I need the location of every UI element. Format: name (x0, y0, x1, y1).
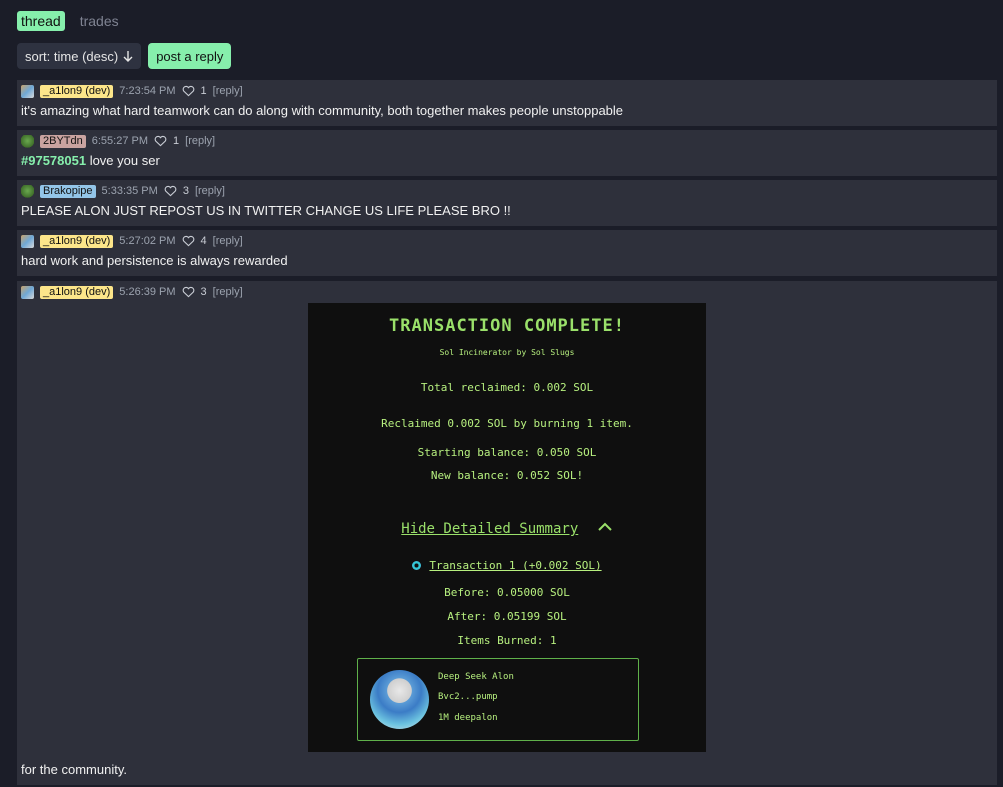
avatar[interactable] (21, 234, 34, 248)
post-text: #97578051 love you ser (21, 153, 993, 168)
username-badge[interactable]: _a1lon9 (dev) (40, 84, 114, 98)
avatar[interactable] (21, 285, 34, 299)
post-time: 6:55:27 PM (91, 135, 149, 147)
post-text: hard work and persistence is always rewa… (21, 253, 288, 268)
image-start-balance: Starting balance: 0.050 SOL (417, 446, 597, 459)
like-count: 3 (200, 286, 207, 298)
post-text-body: love you ser (86, 153, 160, 168)
token-amount: 1M deepalon (438, 713, 498, 723)
sort-button[interactable]: sort: time (desc) (17, 43, 142, 69)
reply-link[interactable]: [reply] (213, 85, 243, 97)
image-new-balance: New balance: 0.052 SOL! (430, 469, 584, 482)
reply-mention-link[interactable]: #97578051 (21, 153, 86, 168)
tab-trades[interactable]: trades (76, 11, 123, 31)
post-time: 5:27:02 PM (119, 235, 176, 247)
token-card: Deep Seek Alon Bvc2...pump 1M deepalon (357, 658, 639, 741)
post-time: 5:26:39 PM (119, 286, 176, 298)
heart-icon[interactable] (164, 185, 177, 197)
tab-thread[interactable]: thread (17, 11, 65, 31)
heart-icon[interactable] (182, 235, 195, 247)
like-count: 1 (173, 135, 180, 147)
reply-link[interactable]: [reply] (185, 135, 215, 147)
like-count: 3 (182, 185, 189, 197)
username-badge[interactable]: _a1lon9 (dev) (40, 285, 114, 299)
thread-post: _a1lon9 (dev) 5:27:02 PM 4 [reply] hard … (17, 230, 997, 276)
post-reply-button[interactable]: post a reply (148, 43, 232, 69)
post-time: 7:23:54 PM (119, 85, 176, 97)
post-text: PLEASE ALON JUST REPOST US IN TWITTER CH… (21, 203, 511, 218)
username-badge[interactable]: Brakopipe (40, 184, 96, 198)
image-hide-summary: Hide Detailed Summary (308, 521, 706, 537)
heart-icon[interactable] (182, 286, 195, 298)
thread-controls: sort: time (desc) post a reply (17, 43, 232, 69)
reply-link[interactable]: [reply] (213, 286, 243, 298)
image-items-burned: Items Burned: 1 (457, 634, 557, 647)
chevron-up-icon (598, 522, 612, 531)
post-text: it's amazing what hard teamwork can do a… (21, 103, 624, 118)
image-total: Total reclaimed: 0.002 SOL (420, 381, 594, 394)
thread-post: _a1lon9 (dev) 5:26:39 PM 3 [reply] TRANS… (17, 281, 997, 785)
image-reclaimed: Reclaimed 0.002 SOL by burning 1 item. (381, 417, 633, 430)
heart-icon[interactable] (182, 85, 195, 97)
image-subtitle: Sol Incinerator by Sol Slugs (439, 348, 575, 357)
username-badge[interactable]: 2BYTdn (40, 134, 86, 148)
thread-post: Brakopipe 5:33:35 PM 3 [reply] PLEASE AL… (17, 180, 997, 226)
post-text: for the community. (21, 762, 127, 777)
image-hide-label: Hide Detailed Summary (401, 521, 579, 537)
thread-post: _a1lon9 (dev) 7:23:54 PM 1 [reply] it's … (17, 80, 997, 126)
solana-icon (412, 561, 422, 570)
thread-tabs: thread trades (17, 11, 123, 31)
like-count: 4 (200, 235, 207, 247)
avatar[interactable] (21, 184, 34, 198)
image-before: Before: 0.05000 SOL (444, 586, 570, 599)
post-time: 5:33:35 PM (101, 185, 158, 197)
image-transaction-label: Transaction 1 (+0.002 SOL) (429, 559, 602, 572)
avatar[interactable] (21, 84, 34, 98)
arrow-down-icon (123, 51, 133, 62)
thread-post: 2BYTdn 6:55:27 PM 1 [reply] #97578051 lo… (17, 130, 997, 176)
reply-link[interactable]: [reply] (213, 235, 243, 247)
heart-icon[interactable] (154, 135, 167, 147)
like-count: 1 (200, 85, 207, 97)
token-address: Bvc2...pump (438, 692, 498, 702)
token-image (370, 670, 429, 729)
avatar[interactable] (21, 134, 34, 148)
image-after: After: 0.05199 SOL (447, 610, 567, 623)
reply-link[interactable]: [reply] (195, 185, 225, 197)
image-title: TRANSACTION COMPLETE! (389, 316, 625, 336)
username-badge[interactable]: _a1lon9 (dev) (40, 234, 114, 248)
sort-label: sort: time (desc) (25, 48, 119, 64)
post-image[interactable]: TRANSACTION COMPLETE! Sol Incinerator by… (308, 303, 706, 752)
image-transaction: Transaction 1 (+0.002 SOL) (308, 559, 706, 572)
token-name: Deep Seek Alon (438, 672, 514, 682)
